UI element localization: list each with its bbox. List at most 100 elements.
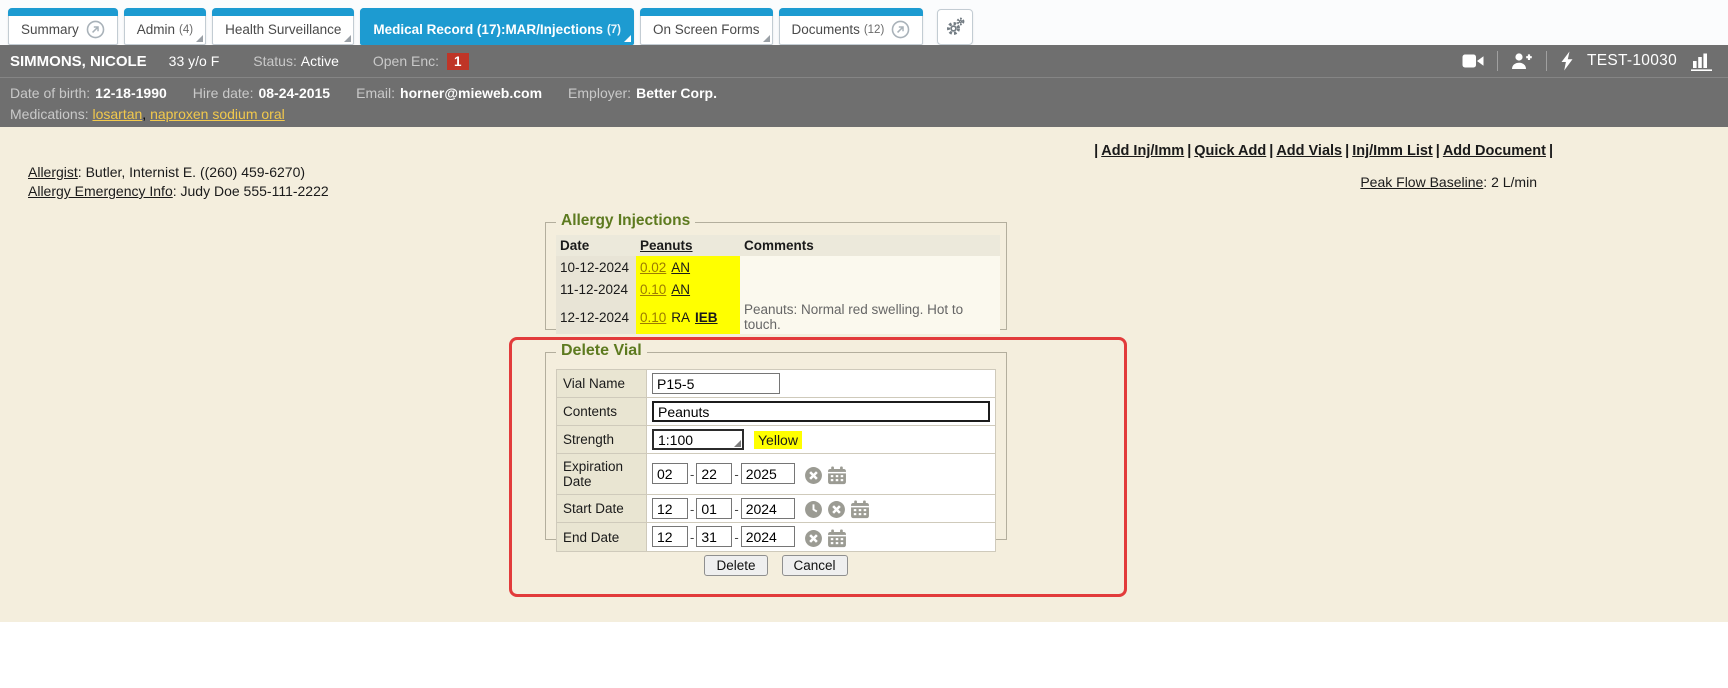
link-allergist[interactable]: Allergist xyxy=(28,164,78,180)
calendar-icon[interactable] xyxy=(827,466,847,485)
content-area: |Add Inj/Imm|Quick Add|Add Vials|Inj/Imm… xyxy=(0,127,1728,622)
injection-comment xyxy=(740,278,1000,300)
reaction-code[interactable]: AN xyxy=(671,282,690,297)
injection-dose-cell: 0.02 AN xyxy=(636,256,740,278)
pipe-separator: | xyxy=(1342,143,1352,159)
vial-name-input[interactable] xyxy=(652,373,780,394)
tab-medical-record-17-mar-injections[interactable]: Medical Record (17):MAR/Injections(7) xyxy=(360,8,634,45)
strength-input[interactable] xyxy=(652,429,744,450)
link-quick-add[interactable]: Quick Add xyxy=(1194,143,1266,159)
field-label: Email: xyxy=(356,85,395,101)
tab-summary[interactable]: Summary xyxy=(8,8,118,45)
allergy-info-text: : Judy Doe 555-111-2222 xyxy=(173,183,329,199)
reaction-code: RA xyxy=(671,310,690,325)
link-allergy-emergency-info[interactable]: Allergy Emergency Info xyxy=(28,183,173,199)
circle-x-icon[interactable] xyxy=(827,500,846,519)
date-field-icons xyxy=(804,466,847,485)
field-value: Better Corp. xyxy=(636,85,717,101)
expiration-date-month-input[interactable] xyxy=(652,463,688,484)
lightning-icon[interactable] xyxy=(1560,51,1574,71)
status-label: Status: xyxy=(253,53,297,69)
peak-flow-baseline-link[interactable]: Peak Flow Baseline xyxy=(1360,174,1483,190)
open-new-icon[interactable] xyxy=(891,20,910,39)
link-add-document[interactable]: Add Document xyxy=(1443,143,1546,159)
injection-dose-cell: 0.10 AN xyxy=(636,278,740,300)
clock-icon[interactable] xyxy=(804,500,823,519)
action-links: |Add Inj/Imm|Quick Add|Add Vials|Inj/Imm… xyxy=(1091,143,1556,159)
start-date-day-input[interactable] xyxy=(696,498,732,519)
settings-button[interactable] xyxy=(937,9,973,45)
end-date-day-input[interactable] xyxy=(696,526,732,547)
demographic-field: Hire date:08-24-2015 xyxy=(193,85,330,101)
flowsheet-chart-icon[interactable] xyxy=(1690,51,1714,71)
tab-count: (7) xyxy=(607,24,621,36)
form-row-vial-name: Vial Name xyxy=(557,370,996,398)
tab-health-surveillance[interactable]: Health Surveillance xyxy=(212,8,354,45)
date-separator: - xyxy=(690,467,694,482)
field-value: 12-18-1990 xyxy=(95,85,167,101)
field-label: Strength xyxy=(557,426,647,454)
medication-link-naproxen-sodium-oral[interactable]: naproxen sodium oral xyxy=(150,106,285,122)
tab-menu-fold[interactable] xyxy=(624,35,631,42)
start-date-year-input[interactable] xyxy=(741,498,795,519)
expiration-date-year-input[interactable] xyxy=(741,463,795,484)
end-date-month-input[interactable] xyxy=(652,526,688,547)
field-value-cell: -- xyxy=(647,454,996,495)
contents-input[interactable] xyxy=(652,401,990,422)
field-value-cell: -- xyxy=(647,495,996,523)
tab-menu-fold[interactable] xyxy=(763,35,770,42)
chart-tabs: SummaryAdmin(4)Health SurveillanceMedica… xyxy=(8,8,973,45)
tab-label: Admin xyxy=(137,22,175,37)
field-label: Expiration Date xyxy=(557,454,647,495)
dose-link[interactable]: 0.10 xyxy=(640,282,666,297)
injection-dose-cell: 0.10 RA IEB xyxy=(636,300,740,334)
medication-link-losartan[interactable]: losartan xyxy=(92,106,142,122)
allergy-injections-table: DatePeanutsComments 10-12-20240.02AN11-1… xyxy=(556,235,1000,334)
sort-link[interactable]: Peanuts xyxy=(640,238,693,253)
demographics-bar: Date of birth:12-18-1990Hire date:08-24-… xyxy=(0,77,1728,127)
open-enc-badge[interactable]: 1 xyxy=(447,53,469,70)
link-add-inj-imm[interactable]: Add Inj/Imm xyxy=(1101,143,1184,159)
end-date-year-input[interactable] xyxy=(741,526,795,547)
tab-menu-fold[interactable] xyxy=(344,35,351,42)
divider xyxy=(1497,51,1498,71)
open-new-icon[interactable] xyxy=(86,20,105,39)
open-enc-label: Open Enc: xyxy=(373,53,439,69)
medications-line: Medications: losartan, naproxen sodium o… xyxy=(10,104,1728,125)
add-person-icon[interactable] xyxy=(1511,52,1533,70)
injection-comment: Peanuts: Normal red swelling. Hot to tou… xyxy=(740,300,1000,334)
link-inj-imm-list[interactable]: Inj/Imm List xyxy=(1352,143,1433,159)
dose-link[interactable]: 0.10 xyxy=(640,310,666,325)
column-header-date: Date xyxy=(556,235,636,256)
circle-x-icon[interactable] xyxy=(804,466,823,485)
date-separator: - xyxy=(690,502,694,517)
start-date-month-input[interactable] xyxy=(652,498,688,519)
reaction-code[interactable]: IEB xyxy=(695,310,718,325)
circle-x-icon[interactable] xyxy=(804,529,823,548)
link-add-vials[interactable]: Add Vials xyxy=(1276,143,1342,159)
form-buttons-row: Delete Cancel xyxy=(545,555,1007,576)
peak-flow-value: : 2 L/min xyxy=(1483,174,1537,190)
calendar-icon[interactable] xyxy=(850,500,870,519)
allergy-info-text: : Butler, Internist E. ((260) 459-6270) xyxy=(78,164,305,180)
dose-link[interactable]: 0.02 xyxy=(640,260,666,275)
tab-menu-fold[interactable] xyxy=(196,35,203,42)
gears-icon xyxy=(944,16,966,38)
delete-button[interactable]: Delete xyxy=(704,555,767,576)
tab-admin[interactable]: Admin(4) xyxy=(124,8,206,45)
video-camera-icon[interactable] xyxy=(1462,53,1484,69)
injection-row: 11-12-20240.10AN xyxy=(556,278,1000,300)
tab-count: (12) xyxy=(864,24,884,36)
column-header-peanuts[interactable]: Peanuts xyxy=(636,235,740,256)
tab-documents[interactable]: Documents(12) xyxy=(779,8,924,45)
strength-color-note: Yellow xyxy=(754,431,802,449)
form-row-contents: Contents xyxy=(557,398,996,426)
calendar-icon[interactable] xyxy=(827,529,847,548)
demographics-line: Date of birth:12-18-1990Hire date:08-24-… xyxy=(10,83,1728,104)
reaction-code[interactable]: AN xyxy=(671,260,690,275)
expiration-date-day-input[interactable] xyxy=(696,463,732,484)
tab-on-screen-forms[interactable]: On Screen Forms xyxy=(640,8,773,45)
divider xyxy=(1546,51,1547,71)
cancel-button[interactable]: Cancel xyxy=(782,555,848,576)
injection-date: 10-12-2024 xyxy=(556,256,636,278)
